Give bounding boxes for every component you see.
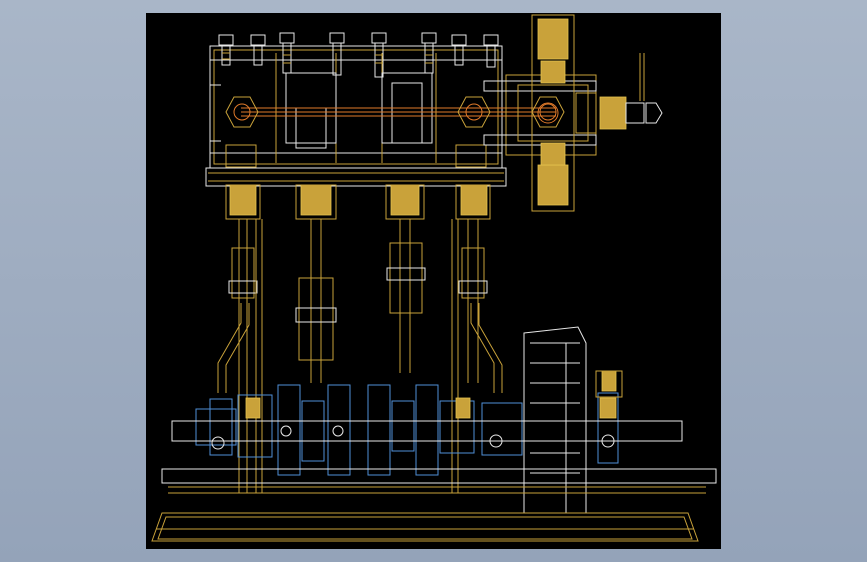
cad-drawing-viewport[interactable] — [146, 13, 721, 549]
crankshaft — [195, 384, 619, 476]
frame-columns — [255, 219, 459, 493]
main-shaft — [171, 420, 683, 450]
cylinder-glands — [225, 184, 491, 220]
cad-application-window: { "view": { "background_color": "#000000… — [0, 0, 867, 562]
flywheel — [523, 326, 587, 514]
governor-gear-assembly — [483, 14, 663, 212]
cylinder-head-bolts — [218, 32, 499, 78]
valve-linkage-rod — [210, 84, 565, 142]
piston-rods — [238, 219, 479, 493]
connecting-rods — [217, 303, 503, 393]
steam-engine-assembly-drawing — [151, 14, 717, 542]
base-plate — [151, 468, 717, 542]
crossheads — [228, 242, 488, 361]
